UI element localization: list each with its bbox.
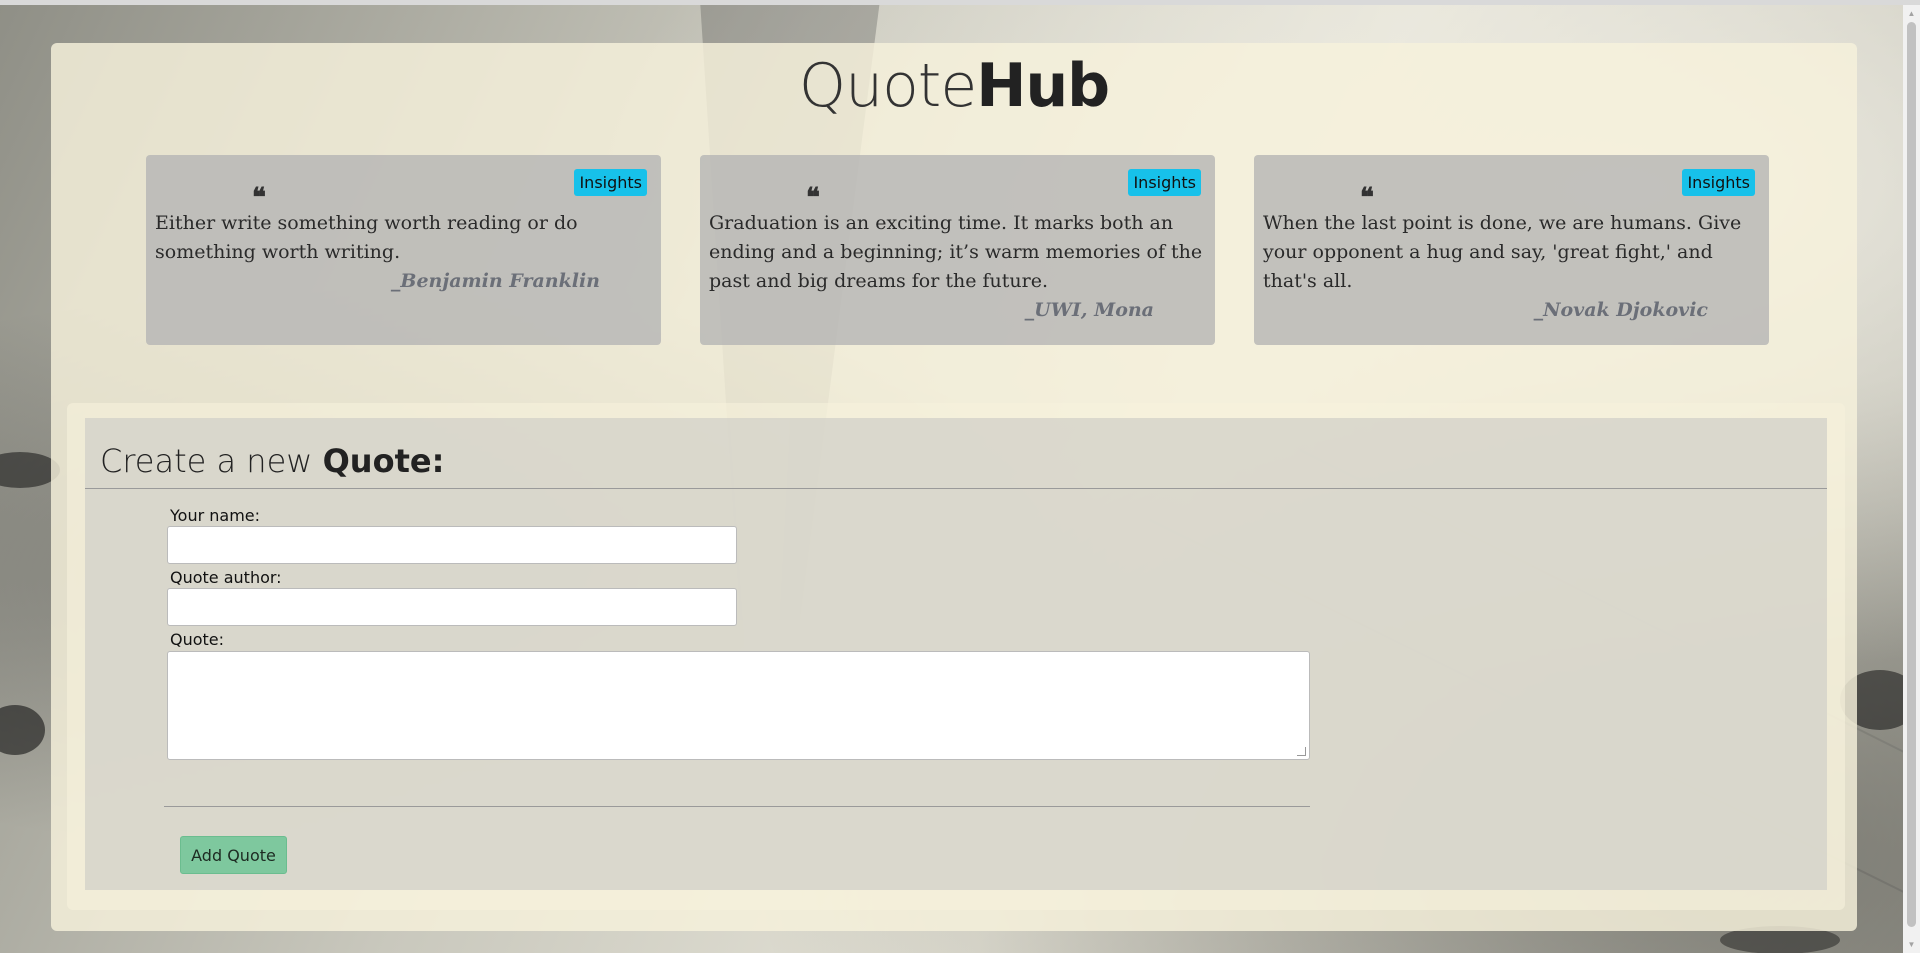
page-scrollbar[interactable]: ▲ ▼ bbox=[1903, 5, 1920, 953]
insights-button[interactable]: Insights bbox=[1128, 169, 1201, 196]
insights-button[interactable]: Insights bbox=[1682, 169, 1755, 196]
main-container: QuoteHub Insights ❝ Either write somethi… bbox=[51, 43, 1857, 931]
logo-light-text: Quote bbox=[798, 51, 977, 121]
quote-textarea[interactable] bbox=[167, 651, 1310, 760]
scrollbar-thumb[interactable] bbox=[1907, 22, 1916, 927]
quote-body: Either write something worth reading or … bbox=[155, 212, 578, 263]
quote-body: Graduation is an exciting time. It marks… bbox=[709, 212, 1203, 292]
logo-bold-text: Hub bbox=[976, 51, 1110, 121]
quote-text: When the last point is done, we are huma… bbox=[1263, 209, 1763, 325]
insights-button[interactable]: Insights bbox=[574, 169, 647, 196]
name-input[interactable] bbox=[167, 526, 737, 564]
browser-top-edge bbox=[0, 0, 1920, 5]
quote-mark-icon: ❝ bbox=[806, 183, 820, 213]
quote-mark-icon: ❝ bbox=[1360, 183, 1374, 213]
create-quote-section: Create a new Quote: Your name: Quote aut… bbox=[67, 403, 1845, 910]
quote-text: Graduation is an exciting time. It marks… bbox=[709, 209, 1209, 325]
form-title-light: Create a new bbox=[100, 442, 323, 480]
quote-card: Insights ❝ Either write something worth … bbox=[146, 155, 661, 345]
divider bbox=[85, 488, 1827, 489]
scroll-down-icon[interactable]: ▼ bbox=[1903, 936, 1920, 953]
quote-author: _UWI, Mona bbox=[1024, 299, 1154, 321]
site-logo[interactable]: QuoteHub bbox=[51, 51, 1857, 121]
quote-card: Insights ❝ When the last point is done, … bbox=[1254, 155, 1769, 345]
create-quote-form: Create a new Quote: Your name: Quote aut… bbox=[85, 418, 1827, 890]
quote-author: _Novak Djokovic bbox=[1533, 299, 1708, 321]
quote-card: Insights ❝ Graduation is an exciting tim… bbox=[700, 155, 1215, 345]
divider bbox=[164, 806, 1310, 807]
quote-mark-icon: ❝ bbox=[252, 183, 266, 213]
scroll-up-icon[interactable]: ▲ bbox=[1903, 5, 1920, 22]
form-title: Create a new Quote: bbox=[100, 442, 444, 480]
quote-author-label: Quote author: bbox=[170, 568, 282, 587]
quote-author-input[interactable] bbox=[167, 588, 737, 626]
form-title-bold: Quote: bbox=[322, 442, 445, 480]
quote-author: _Benjamin Franklin bbox=[390, 270, 600, 292]
quote-label: Quote: bbox=[170, 630, 225, 649]
name-label: Your name: bbox=[170, 506, 261, 525]
quote-text: Either write something worth reading or … bbox=[155, 209, 655, 296]
quote-body: When the last point is done, we are huma… bbox=[1263, 212, 1742, 292]
add-quote-button[interactable]: Add Quote bbox=[180, 836, 287, 874]
resize-handle-icon[interactable] bbox=[1297, 747, 1306, 756]
